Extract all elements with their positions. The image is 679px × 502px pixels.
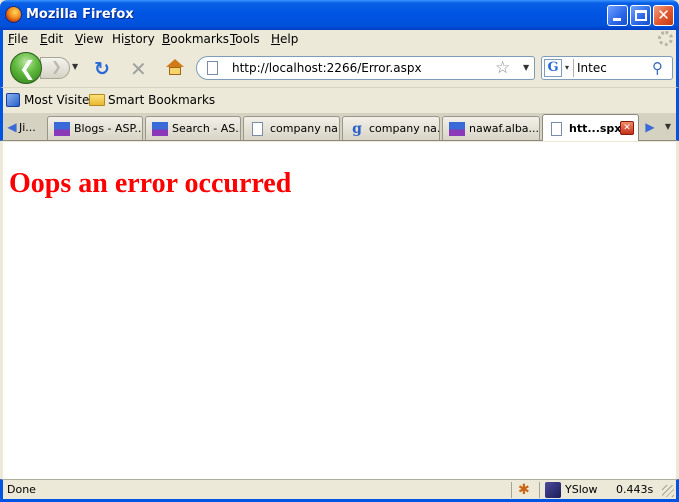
page-icon [551, 122, 562, 136]
window-title: Mozilla Firefox [26, 7, 134, 22]
tab-company-name-1[interactable]: company na... [243, 116, 340, 140]
throbber-icon [658, 31, 673, 46]
bookmark-most-visited[interactable]: Most Visited [24, 93, 97, 107]
minimize-button[interactable] [607, 5, 628, 26]
reload-icon[interactable]: ↻ [94, 58, 110, 80]
google-g-icon: g [352, 121, 362, 137]
status-bar: Done ✱ YSlow 0.443s [0, 479, 679, 502]
url-dropdown-icon[interactable]: ▼ [523, 63, 529, 72]
firefox-logo-icon [5, 6, 22, 23]
tab-blogs-asp[interactable]: Blogs - ASP.... [47, 116, 143, 140]
minimize-icon [613, 18, 621, 21]
search-icon[interactable]: ⚲ [652, 59, 663, 77]
bookmark-star-icon[interactable]: ☆ [495, 58, 510, 78]
tab-nawaf[interactable]: nawaf.alba... [442, 116, 540, 140]
close-icon: ✕ [657, 6, 670, 24]
tab-search-asp[interactable]: Search - AS... [145, 116, 241, 140]
navigation-toolbar: ❯ ❮ ▼ ↻ ✕ http://localhost:2266/Error.as… [0, 49, 679, 87]
folder-icon [89, 94, 105, 106]
status-text: Done [7, 483, 36, 496]
page-icon [207, 61, 218, 75]
menu-history[interactable]: History [112, 32, 155, 46]
yslow-icon[interactable] [545, 482, 561, 498]
tab-strip: ◀ Ji... Blogs - ASP.... Search - AS... c… [0, 113, 679, 141]
menu-bar: File Edit View History Bookmarks Tools H… [0, 30, 679, 49]
search-input[interactable]: Intec [577, 61, 607, 75]
tab-company-name-2[interactable]: g company na... [342, 116, 440, 140]
most-visited-icon [6, 93, 20, 107]
search-bar[interactable]: G ▾ Intec ⚲ [541, 56, 673, 80]
close-tab-button[interactable]: ✕ [620, 121, 634, 135]
tab-partial-label[interactable]: Ji... [19, 121, 36, 134]
maximize-icon [635, 10, 647, 21]
maximize-button[interactable] [630, 5, 651, 26]
history-dropdown-icon[interactable]: ▼ [72, 62, 78, 71]
menu-bookmarks[interactable]: Bookmarks [162, 32, 229, 46]
menu-file[interactable]: File [8, 32, 28, 46]
menu-tools[interactable]: Tools [230, 32, 260, 46]
home-icon[interactable] [166, 59, 184, 75]
close-window-button[interactable]: ✕ [653, 5, 674, 26]
bookmark-smart-bookmarks[interactable]: Smart Bookmarks [108, 93, 215, 107]
resize-grip-icon[interactable] [662, 485, 674, 497]
engine-dropdown-icon[interactable]: ▾ [565, 63, 569, 72]
title-bar: Mozilla Firefox ✕ [0, 0, 679, 30]
forward-button[interactable]: ❯ [40, 57, 70, 79]
load-time: 0.443s [616, 483, 654, 496]
google-icon[interactable]: G [544, 59, 562, 77]
url-text[interactable]: http://localhost:2266/Error.aspx [232, 61, 422, 75]
back-button[interactable]: ❮ [10, 52, 42, 84]
menu-help[interactable]: Help [271, 32, 298, 46]
address-bar[interactable]: http://localhost:2266/Error.aspx ☆ ▼ [196, 56, 535, 80]
back-arrow-icon: ❮ [19, 56, 36, 80]
page-content: Oops an error occurred [3, 142, 676, 479]
error-heading: Oops an error occurred [9, 168, 292, 199]
bookmarks-toolbar: Most Visited Smart Bookmarks [0, 87, 679, 113]
tab-error-aspx[interactable]: htt...spx ✕ [542, 114, 639, 141]
menu-edit[interactable]: Edit [40, 32, 63, 46]
yslow-label[interactable]: YSlow [565, 483, 597, 496]
page-icon [252, 122, 263, 136]
aspnet-icon [152, 122, 168, 136]
forward-arrow-icon: ❯ [51, 60, 62, 75]
list-all-tabs-icon[interactable]: ▼ [659, 115, 677, 139]
menu-view[interactable]: View [75, 32, 103, 46]
aspnet-icon [449, 122, 465, 136]
firebug-icon[interactable]: ✱ [518, 482, 530, 498]
stop-icon[interactable]: ✕ [130, 57, 147, 81]
scroll-tabs-right-icon[interactable]: ▶ [641, 115, 659, 139]
aspnet-icon [54, 122, 70, 136]
